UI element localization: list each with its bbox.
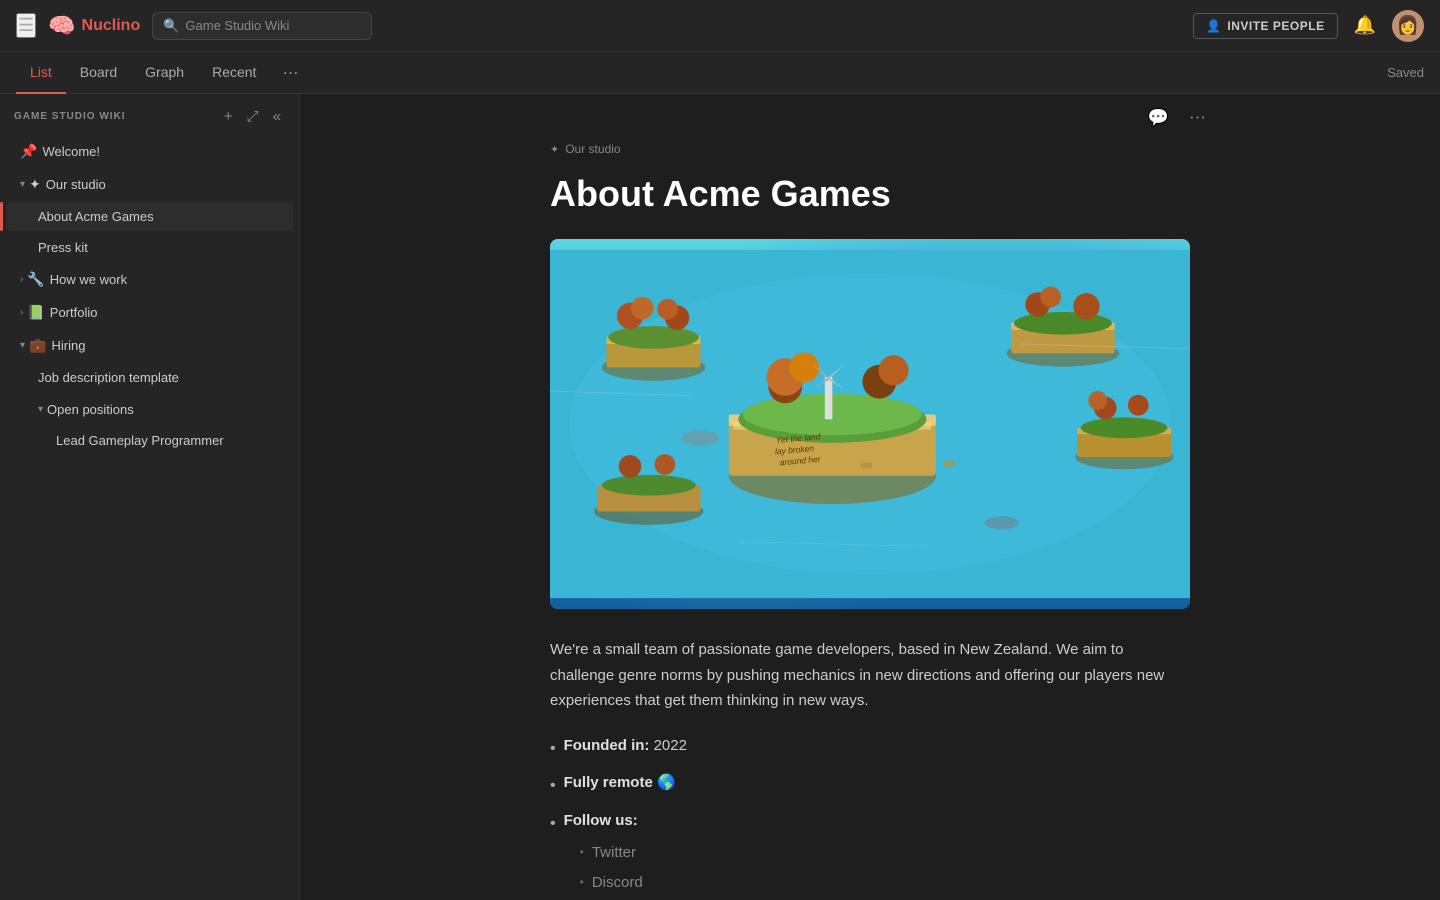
sidebar-header: GAME STUDIO WIKI + ⤢ «: [0, 94, 299, 135]
chevron-down-icon: ▾: [20, 179, 25, 190]
sidebar-item-press-kit[interactable]: Press kit: [6, 233, 293, 262]
notifications-bell-icon[interactable]: 🔔: [1354, 15, 1376, 36]
our-studio-icon: ✦: [29, 176, 41, 193]
remote-emoji: 🌎: [653, 774, 676, 791]
invite-button[interactable]: 👤 INVITE PEOPLE: [1193, 13, 1338, 39]
tab-list[interactable]: List: [16, 52, 66, 94]
breadcrumb-icon: ✦: [550, 143, 559, 156]
sidebar-item-hiring[interactable]: ▾ 💼 Hiring □: [6, 330, 293, 361]
main-area: GAME STUDIO WIKI + ⤢ « 📌 Welcome! ▾ ✦ Ou…: [0, 94, 1440, 900]
founded-bold: Founded in:: [564, 737, 650, 754]
workspace-title: GAME STUDIO WIKI: [14, 111, 212, 122]
list-item-discord: • Discord: [564, 871, 643, 895]
topbar: ☰ 🧠 Nuclino 🔍 Game Studio Wiki 👤 INVITE …: [0, 0, 1440, 52]
add-item-button[interactable]: +: [220, 106, 237, 127]
list-item-remote: • Fully remote 🌎: [550, 771, 1190, 799]
hero-image-inner: Yet the land lay broken around her: [550, 239, 1190, 609]
breadcrumb: ✦ Our studio: [550, 142, 1190, 156]
bullet-list: • Founded in: 2022 • Fully remote 🌎 • Fo…: [550, 734, 1190, 900]
more-options-button[interactable]: ⋯: [1185, 104, 1210, 132]
chevron-right-icon-2: ›: [20, 307, 23, 318]
logo[interactable]: 🧠 Nuclino: [48, 13, 140, 39]
menu-button[interactable]: ☰: [16, 13, 36, 38]
sidebar-item-lead-programmer[interactable]: Lead Gameplay Programmer: [6, 426, 293, 455]
sidebar-item-about-acme[interactable]: About Acme Games: [6, 202, 293, 231]
page-title: About Acme Games: [550, 172, 1190, 215]
founded-text: 2022: [649, 737, 687, 754]
invite-label: INVITE PEOPLE: [1227, 19, 1324, 33]
remote-bold: Fully remote: [564, 774, 653, 791]
collapse-sidebar-button[interactable]: «: [269, 106, 285, 127]
inner-bullet-dot-2: •: [580, 873, 584, 892]
list-item-founded: • Founded in: 2022: [550, 734, 1190, 762]
tab-graph[interactable]: Graph: [131, 52, 198, 94]
comment-button[interactable]: 💬: [1144, 104, 1173, 132]
logo-icon: 🧠: [48, 13, 75, 39]
sidebar-item-our-studio[interactable]: ▾ ✦ Our studio □: [6, 169, 293, 200]
bullet-dot-3: •: [550, 811, 556, 837]
avatar[interactable]: 👩: [1392, 10, 1424, 42]
search-input[interactable]: Game Studio Wiki: [185, 18, 289, 33]
app-name: Nuclino: [82, 17, 141, 35]
list-item-follow: • Follow us: • Twitter • Discord: [550, 809, 1190, 900]
list-item-twitter: • Twitter: [564, 841, 643, 865]
content-inner: ✦ Our studio About Acme Games: [510, 142, 1230, 900]
chevron-right-icon: ›: [20, 274, 23, 285]
search-box[interactable]: 🔍 Game Studio Wiki: [152, 12, 372, 40]
game-art-svg: Yet the land lay broken around her: [550, 239, 1190, 609]
inner-bullet-dot-1: •: [580, 843, 584, 862]
sidebar-item-open-positions[interactable]: ▾ Open positions □: [6, 394, 293, 424]
tab-recent[interactable]: Recent: [198, 52, 270, 94]
search-icon: 🔍: [163, 18, 179, 34]
sidebar-actions: + ⤢ «: [220, 106, 285, 127]
sidebar-item-portfolio[interactable]: › 📗 Portfolio □: [6, 297, 293, 328]
pin-icon: 📌: [20, 143, 37, 160]
social-links-list: • Twitter • Discord: [564, 841, 643, 895]
sidebar: GAME STUDIO WIKI + ⤢ « 📌 Welcome! ▾ ✦ Ou…: [0, 94, 300, 900]
sidebar-item-how-we-work[interactable]: › 🔧 How we work □: [6, 264, 293, 295]
bullet-dot-1: •: [550, 736, 556, 762]
sidebar-item-label: Welcome!: [42, 144, 279, 159]
description-text: We're a small team of passionate game de…: [550, 637, 1190, 714]
chevron-down-icon-2: ▾: [20, 340, 25, 351]
how-we-work-icon: 🔧: [27, 271, 44, 288]
topbar-left: ☰ 🧠 Nuclino 🔍 Game Studio Wiki: [16, 12, 1181, 40]
tab-board[interactable]: Board: [66, 52, 131, 94]
invite-icon: 👤: [1206, 19, 1221, 33]
hero-image: Yet the land lay broken around her: [550, 239, 1190, 609]
content-pane: 💬 ⋯ ✦ Our studio About Acme Games: [300, 94, 1440, 900]
breadcrumb-text[interactable]: Our studio: [565, 142, 620, 156]
hiring-icon: 💼: [29, 337, 46, 354]
twitter-link[interactable]: Twitter: [592, 841, 636, 865]
sidebar-item-welcome[interactable]: 📌 Welcome!: [6, 136, 293, 167]
content-toolbar: 💬 ⋯: [490, 94, 1250, 142]
sidebar-item-job-description[interactable]: Job description template: [6, 363, 293, 392]
chevron-down-icon-3: ▾: [38, 404, 43, 415]
expand-button[interactable]: ⤢: [243, 106, 263, 127]
bullet-dot-2: •: [550, 773, 556, 799]
discord-link[interactable]: Discord: [592, 871, 643, 895]
saved-label: Saved: [1387, 65, 1424, 80]
portfolio-icon: 📗: [27, 304, 44, 321]
topbar-right: 👤 INVITE PEOPLE 🔔 👩: [1193, 10, 1424, 42]
tabs-bar: List Board Graph Recent ⋯ Saved: [0, 52, 1440, 94]
follow-bold: Follow us:: [564, 812, 638, 829]
tabs-more-icon[interactable]: ⋯: [274, 63, 306, 83]
